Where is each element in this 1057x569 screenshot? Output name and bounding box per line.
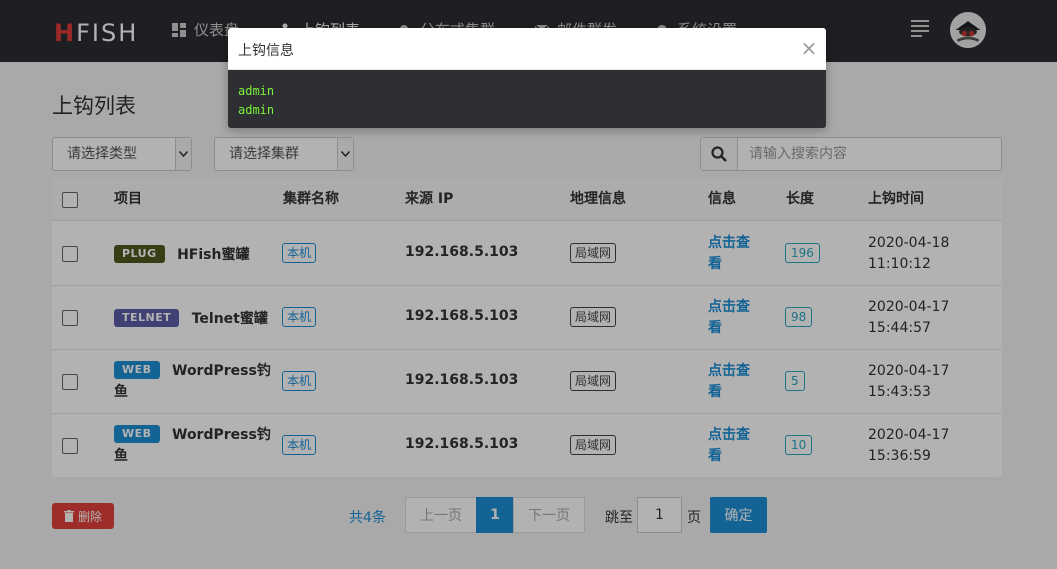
info-line: admin — [238, 84, 275, 98]
info-line: admin — [238, 103, 275, 117]
hook-info-modal: 上钩信息 × admin admin — [228, 28, 826, 128]
modal-body: admin admin — [238, 82, 274, 120]
close-icon[interactable]: × — [800, 38, 818, 58]
modal-title: 上钩信息 — [238, 43, 294, 59]
modal-header: 上钩信息 × — [228, 28, 826, 70]
